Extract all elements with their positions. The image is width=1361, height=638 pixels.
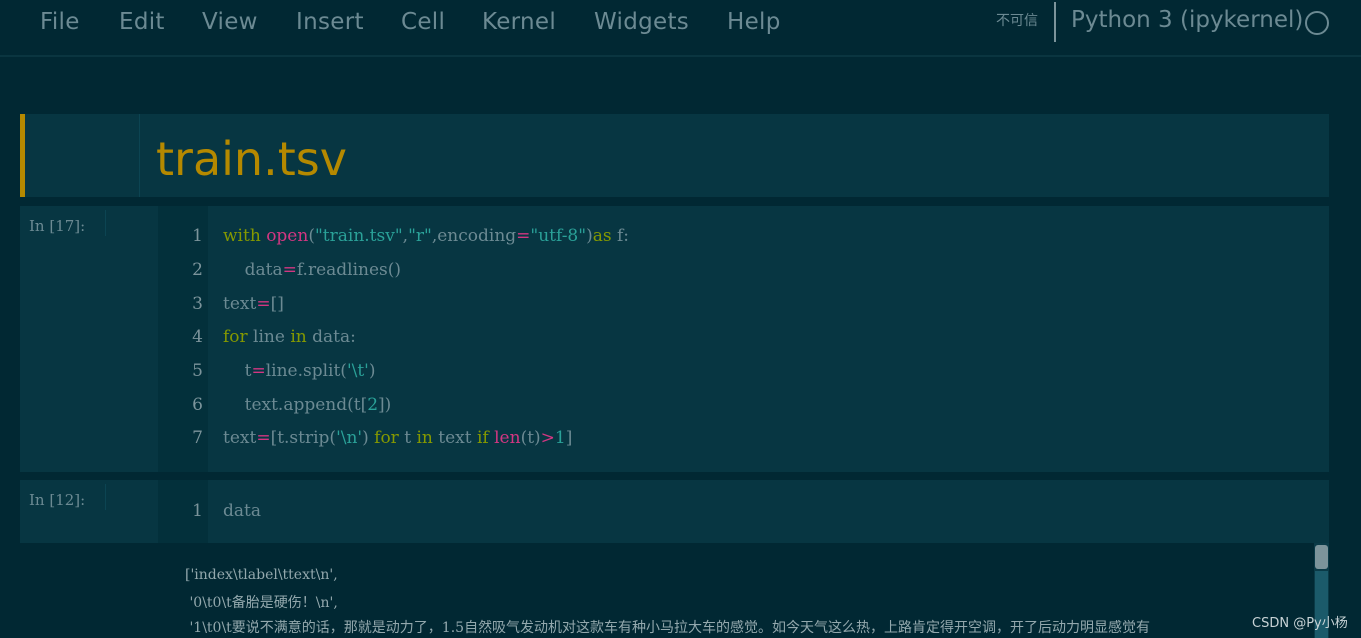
menu-help[interactable]: Help	[727, 9, 781, 35]
menu-widgets[interactable]: Widgets	[594, 9, 689, 35]
code-line: text=[t.strip('\n') for t in text if len…	[223, 428, 573, 448]
line-number-gutter: 1 2 3 4 5 6 7	[158, 206, 208, 472]
line-number: 6	[192, 395, 203, 415]
menu-view[interactable]: View	[202, 9, 258, 35]
cell-prompt: In [17]:	[29, 217, 86, 235]
kernel-separator	[1054, 2, 1056, 42]
code-line: with open("train.tsv","r",encoding="utf-…	[223, 226, 630, 246]
markdown-cell[interactable]: train.tsv	[20, 114, 1329, 197]
menu-bar: File Edit View Insert Cell Kernel Widget…	[0, 0, 1361, 57]
code-line: data=f.readlines()	[223, 260, 402, 280]
line-number: 3	[192, 294, 203, 314]
line-number: 5	[192, 361, 203, 381]
cell-prompt: In [12]:	[29, 491, 86, 509]
kernel-name[interactable]: Python 3 (ipykernel)	[1071, 7, 1303, 33]
line-number: 1	[192, 501, 203, 521]
menu-insert[interactable]: Insert	[296, 9, 364, 35]
code-line: for line in data:	[223, 327, 356, 347]
menu-file[interactable]: File	[40, 9, 80, 35]
code-line: t=line.split('\t')	[223, 361, 376, 381]
line-number: 1	[192, 226, 203, 246]
menu-edit[interactable]: Edit	[119, 9, 165, 35]
menu-kernel[interactable]: Kernel	[482, 9, 556, 35]
prompt-separator	[105, 210, 106, 236]
code-line: data	[223, 501, 261, 521]
output-line: ['index\tlabel\ttext\n',	[185, 567, 338, 583]
code-cell[interactable]: In [12]: 1 data	[20, 480, 1329, 543]
prompt-separator	[105, 484, 106, 510]
scrollbar-thumb[interactable]	[1315, 545, 1328, 569]
line-number: 2	[192, 260, 203, 280]
line-number: 7	[192, 428, 203, 448]
watermark: CSDN @Py小杨	[1252, 616, 1348, 631]
line-number-gutter: 1	[158, 480, 208, 543]
menu-cell[interactable]: Cell	[401, 9, 445, 35]
code-line: text.append(t[2])	[223, 395, 392, 415]
line-number: 4	[192, 327, 203, 347]
code-line: text=[]	[223, 294, 284, 314]
code-cell[interactable]: In [17]: 1 2 3 4 5 6 7 with open("train.…	[20, 206, 1329, 472]
prompt-separator	[139, 114, 140, 197]
output-line: '0\t0\t备胎是硬伤！\n',	[185, 595, 338, 611]
markdown-heading: train.tsv	[156, 132, 347, 186]
output-line: '1\t0\t要说不满意的话，那就是动力了，1.5自然吸气发动机对这款车有种小马…	[185, 620, 1151, 636]
trust-indicator[interactable]: 不可信	[996, 10, 1038, 30]
circle-idle-icon	[1305, 11, 1329, 35]
